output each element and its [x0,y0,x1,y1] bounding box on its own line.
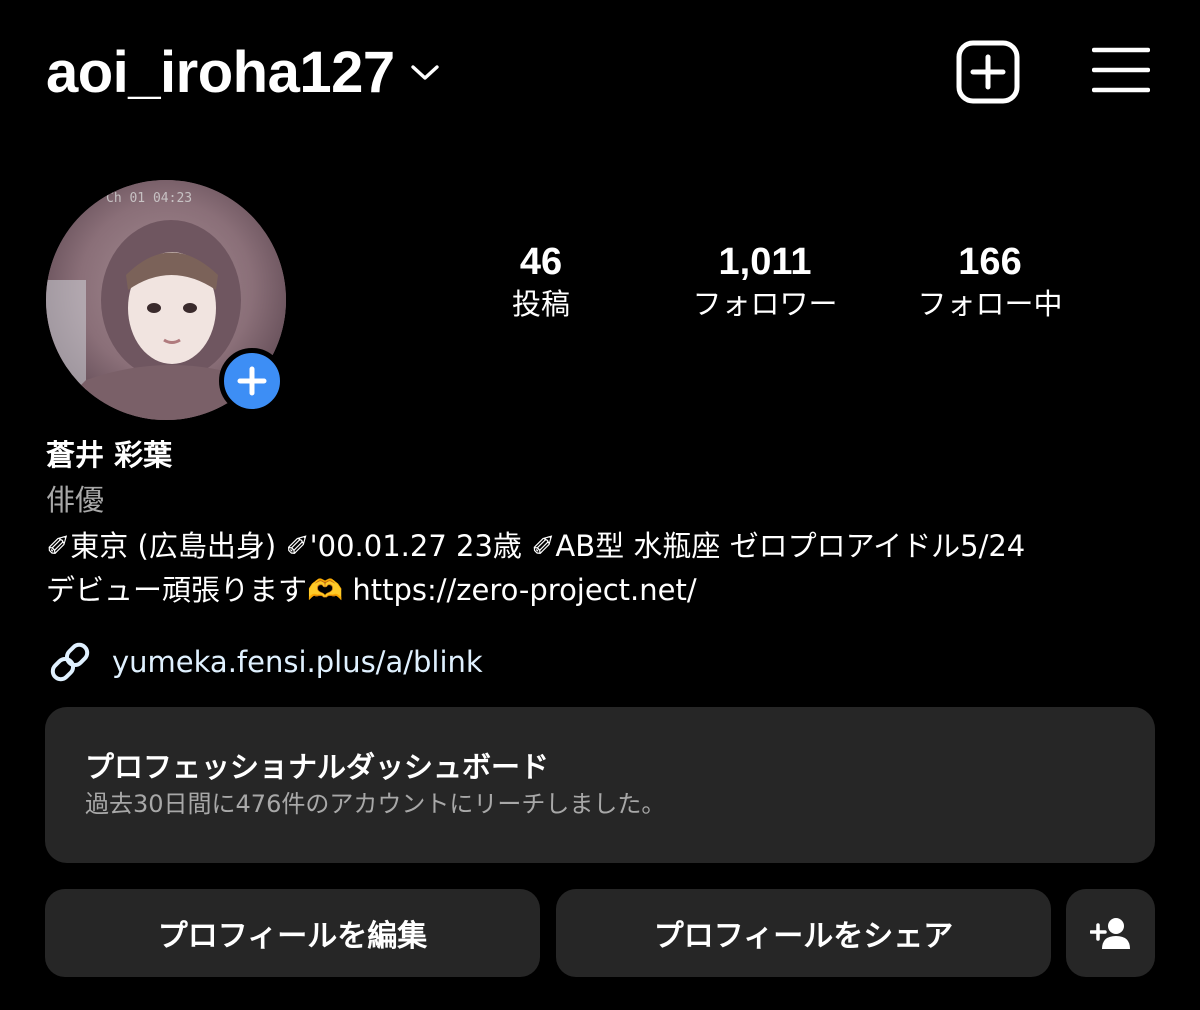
following-count-value: 166 [958,241,1022,283]
menu-button[interactable] [1091,46,1151,94]
following-count[interactable]: 166 フォロー中 [890,240,1090,324]
share-profile-button[interactable]: プロフィールをシェア [556,889,1051,977]
link-icon [50,642,90,682]
followers-count-label: フォロワー [692,287,838,321]
plus-icon [237,366,267,396]
dashboard-title: プロフェッショナルダッシュボード [85,750,550,784]
account-switcher[interactable]: aoi_iroha127 [46,38,441,108]
display-name: 蒼井 彩葉 [46,438,173,472]
followers-count[interactable]: 1,011 フォロワー [665,240,865,324]
plus-square-icon [956,40,1020,104]
add-person-icon [1089,918,1130,949]
username: aoi_iroha127 [46,40,395,105]
dashboard-subtitle: 過去30日間に476件のアカウントにリーチしました。 [85,790,666,818]
posts-count-value: 46 [519,241,563,283]
new-post-button[interactable] [956,40,1020,104]
add-story-button[interactable] [219,348,285,414]
edit-profile-button[interactable]: プロフィールを編集 [45,889,540,977]
professional-dashboard-card[interactable]: プロフェッショナルダッシュボード 過去30日間に476件のアカウントにリーチしま… [45,707,1155,863]
profile-category: 俳優 [46,483,105,517]
followers-count-value: 1,011 [718,241,812,283]
posts-count-label: 投稿 [511,287,570,321]
posts-count[interactable]: 46 投稿 [441,240,641,324]
discover-people-button[interactable] [1066,889,1155,977]
following-count-label: フォロー中 [917,287,1063,321]
profile-link-text: yumeka.fensi.plus/a/blink [112,645,483,679]
avatar-overlay-text: Ch 01 04:23 [106,191,192,206]
bio-text: ✐東京 (広島出身) ✐'00.01.27 23歳 ✐AB型 水瓶座 ゼロプロア… [46,529,1026,607]
chevron-down-icon [410,63,441,83]
hamburger-menu-icon [1091,47,1151,93]
profile-link[interactable]: yumeka.fensi.plus/a/blink [46,638,483,686]
